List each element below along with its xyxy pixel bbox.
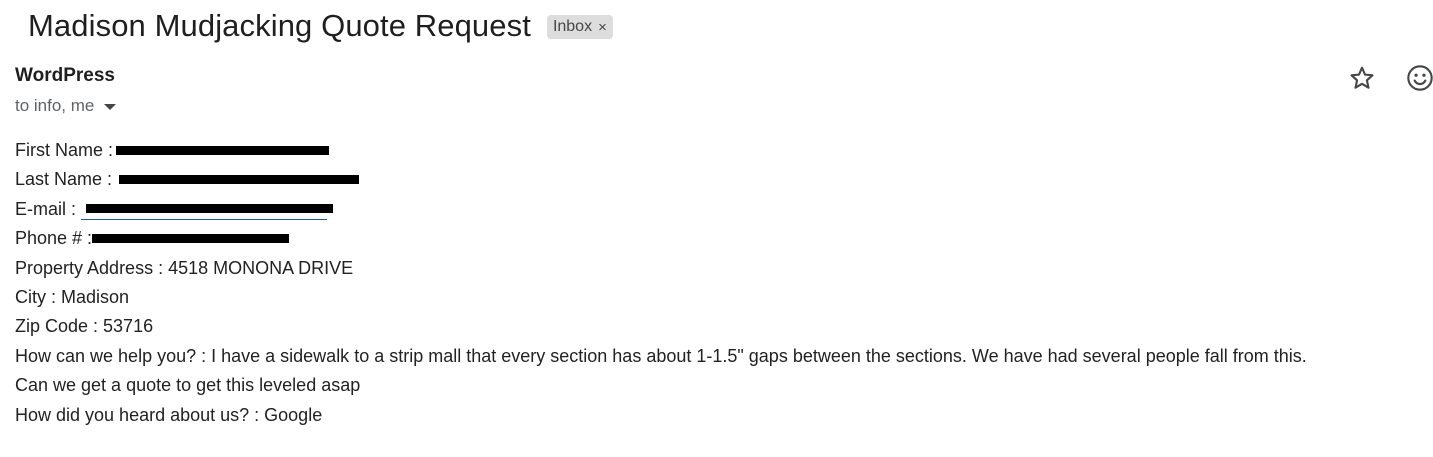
recipients-text: to info, me [15,96,95,115]
star-icon[interactable] [1348,64,1376,92]
chevron-down-icon[interactable] [104,104,117,110]
property-address-line: Property Address : 4518 MONONA DRIVE [15,257,354,278]
help-message-line-2: Can we get a quote to get this leveled a… [15,375,361,396]
recipients: to info, me [15,96,117,116]
help-message-line: How can we help you? : I have a sidewalk… [15,345,1307,366]
zip-code-line: Zip Code : 53716 [15,316,154,337]
first-name-line: First Name : [15,136,1307,165]
email-subject: Madison Mudjacking Quote Request [28,8,531,43]
first-name-label: First Name : [15,140,114,160]
heard-about-line: How did you heard about us? : Google [15,404,323,425]
remove-label-icon[interactable]: × [598,20,607,35]
last-name-line: Last Name : [15,165,1307,194]
sender-name[interactable]: WordPress [15,65,115,87]
redaction-bar [92,234,289,244]
inbox-label-chip[interactable]: Inbox × [546,15,613,39]
redaction-bar [116,146,329,155]
emoji-icon[interactable] [1406,64,1433,92]
email-body: First Name : Last Name : E-mail : Phone … [15,136,1307,430]
phone-line: Phone # : [15,224,1307,253]
redaction-bar [86,203,333,213]
phone-label: Phone # : [15,228,93,249]
email-line: E-mail : [15,195,1307,224]
email-label: E-mail : [15,198,77,219]
header-actions [1333,64,1433,92]
redaction-bar [119,175,359,185]
label-text: Inbox [552,18,593,35]
last-name-label: Last Name : [15,169,113,190]
subject-row: Madison Mudjacking Quote Request Inbox × [28,4,613,48]
city-line: City : Madison [15,286,130,307]
